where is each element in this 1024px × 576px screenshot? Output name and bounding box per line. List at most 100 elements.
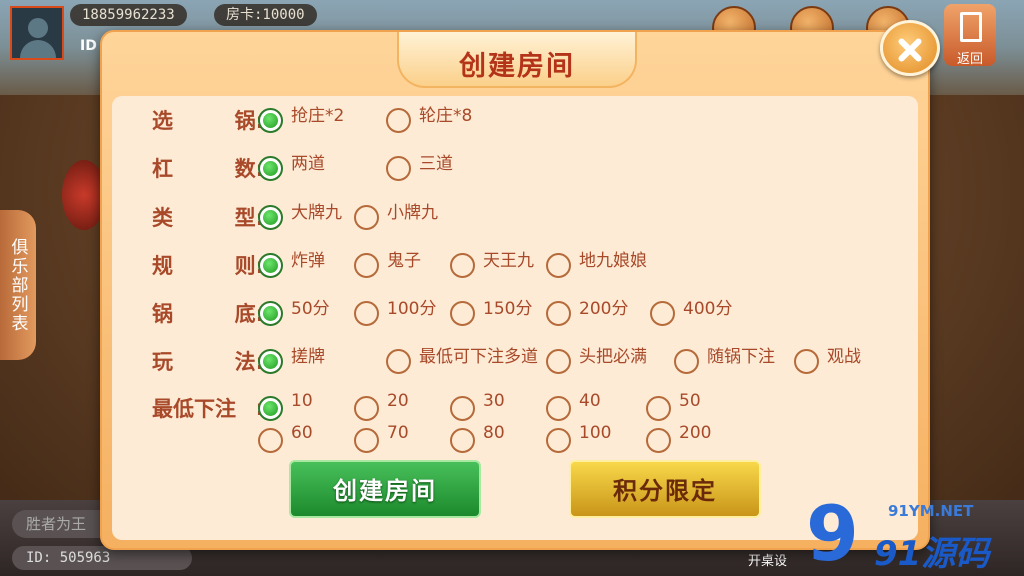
radio-option[interactable]: 抢庄*2 [258, 106, 344, 134]
score-limit-button[interactable]: 积分限定 [569, 460, 761, 518]
radio-unchecked-icon[interactable] [450, 300, 475, 326]
club-list-tab[interactable]: 俱乐部列表 [0, 210, 36, 360]
watermark-logo: 9 91YM.NET 91源码 [800, 489, 1000, 576]
radio-option[interactable]: 30 [450, 391, 505, 422]
radio-option-label: 地九娘娘 [579, 250, 647, 271]
radio-option[interactable]: 80 [450, 423, 505, 454]
option-row-label: 锅底: [152, 299, 264, 327]
radio-unchecked-icon[interactable] [546, 348, 571, 374]
radio-option-label: 100分 [387, 298, 437, 319]
radio-option[interactable]: 搓牌 [258, 347, 325, 375]
watermark-nine: 9 [806, 489, 859, 576]
radio-checked-icon[interactable] [258, 348, 283, 374]
radio-option[interactable]: 三道 [386, 154, 453, 182]
option-row-label: 类型: [152, 203, 264, 231]
radio-option[interactable]: 150分 [450, 299, 532, 327]
radio-unchecked-icon[interactable] [354, 427, 379, 453]
radio-checked-icon[interactable] [258, 204, 283, 230]
radio-unchecked-icon[interactable] [354, 204, 379, 230]
radio-option[interactable]: 200分 [546, 299, 628, 327]
radio-option[interactable]: 最低可下注多道 [386, 347, 538, 375]
option-row-label: 选锅: [152, 106, 264, 134]
radio-unchecked-icon[interactable] [794, 348, 819, 374]
radio-option[interactable]: 50 [646, 391, 701, 422]
radio-unchecked-icon[interactable] [646, 427, 671, 453]
radio-option[interactable]: 小牌九 [354, 203, 438, 231]
radio-option-label: 三道 [419, 153, 453, 174]
radio-checked-icon[interactable] [258, 395, 283, 421]
label-part: 最低下注 [152, 397, 236, 421]
radio-unchecked-icon[interactable] [386, 348, 411, 374]
radio-unchecked-icon[interactable] [546, 300, 571, 326]
option-row: 规则: 炸弹 鬼子 天王九 地九娘娘 [112, 245, 918, 285]
table-setting-link[interactable]: 开桌设 [748, 550, 787, 569]
radio-option-label: 搓牌 [291, 346, 325, 367]
radio-option[interactable]: 60 [258, 423, 313, 454]
radio-unchecked-icon[interactable] [354, 252, 379, 278]
radio-option[interactable]: 40 [546, 391, 601, 422]
create-room-button[interactable]: 创建房间 [289, 460, 481, 518]
radio-unchecked-icon[interactable] [386, 155, 411, 181]
title-plate: 创建房间 [397, 32, 637, 88]
radio-option[interactable]: 天王九 [450, 251, 534, 279]
close-button[interactable] [880, 20, 940, 76]
radio-unchecked-icon[interactable] [354, 395, 379, 421]
radio-checked-icon[interactable] [258, 107, 283, 133]
option-row: 玩法: 搓牌 最低可下注多道 头把必满 随锅下注 观战 [112, 341, 918, 381]
radio-unchecked-icon[interactable] [258, 427, 283, 453]
radio-option[interactable]: 头把必满 [546, 347, 647, 375]
radio-option-label: 头把必满 [579, 346, 647, 367]
radio-option[interactable]: 200 [646, 423, 712, 454]
radio-unchecked-icon[interactable] [546, 252, 571, 278]
options-panel: 选锅: 抢庄*2 轮庄*8 杠数: 两道 三道类型: 大牌九 小牌九规则: 炸弹 鬼子 天王九 地九娘… [112, 96, 918, 540]
radio-checked-icon[interactable] [258, 252, 283, 278]
radio-option[interactable]: 100分 [354, 299, 436, 327]
radio-option-label: 20 [387, 391, 409, 411]
radio-option[interactable]: 炸弹 [258, 251, 325, 279]
radio-unchecked-icon[interactable] [546, 395, 571, 421]
radio-option[interactable]: 两道 [258, 154, 325, 182]
radio-option-label: 小牌九 [387, 202, 438, 223]
option-row-label: 玩法: [152, 347, 264, 375]
radio-option-label: 50分 [291, 298, 330, 319]
radio-option[interactable]: 鬼子 [354, 251, 421, 279]
radio-option[interactable]: 大牌九 [258, 203, 342, 231]
avatar-head-icon [28, 18, 48, 38]
radio-unchecked-icon[interactable] [450, 252, 475, 278]
radio-option-label: 10 [291, 391, 313, 411]
radio-option[interactable]: 10 [258, 391, 313, 422]
radio-option[interactable]: 地九娘娘 [546, 251, 647, 279]
radio-unchecked-icon[interactable] [650, 300, 675, 326]
radio-option[interactable]: 70 [354, 423, 409, 454]
label-part: 杠 [152, 157, 173, 181]
radio-option[interactable]: 观战 [794, 347, 861, 375]
radio-option[interactable]: 随锅下注 [674, 347, 775, 375]
radio-option[interactable]: 轮庄*8 [386, 106, 472, 134]
radio-option[interactable]: 400分 [650, 299, 732, 327]
radio-checked-icon[interactable] [258, 155, 283, 181]
label-part: 类 [152, 206, 173, 230]
radio-option[interactable]: 100 [546, 423, 611, 454]
radio-option-label: 60 [291, 423, 313, 443]
option-row-label: 杠数: [152, 154, 264, 182]
radio-option-label: 200 [679, 423, 712, 443]
radio-checked-icon[interactable] [258, 300, 283, 326]
radio-unchecked-icon[interactable] [354, 300, 379, 326]
room-card-count: 房卡:10000 [214, 4, 317, 26]
radio-unchecked-icon[interactable] [674, 348, 699, 374]
option-row-label: 规则: [152, 251, 264, 279]
option-row-label: 最低下注: [152, 394, 264, 422]
radio-option[interactable]: 20 [354, 391, 409, 422]
radio-unchecked-icon[interactable] [386, 107, 411, 133]
radio-unchecked-icon[interactable] [450, 395, 475, 421]
avatar[interactable] [10, 6, 64, 60]
radio-option-label: 两道 [291, 153, 325, 174]
radio-unchecked-icon[interactable] [646, 395, 671, 421]
radio-option[interactable]: 50分 [258, 299, 330, 327]
back-button[interactable]: 返回 [944, 4, 996, 67]
radio-unchecked-icon[interactable] [546, 427, 571, 453]
radio-unchecked-icon[interactable] [450, 427, 475, 453]
option-row: 类型: 大牌九 小牌九 [112, 197, 918, 237]
radio-option-label: 80 [483, 423, 505, 443]
radio-option-label: 观战 [827, 346, 861, 367]
